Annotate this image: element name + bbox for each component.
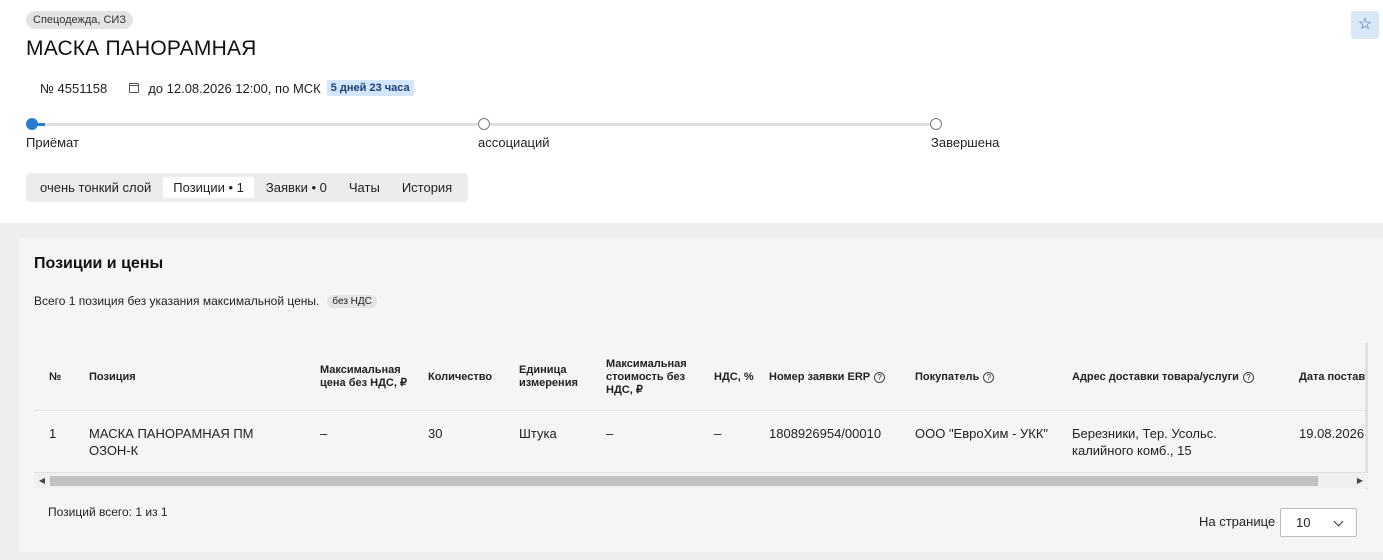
col-delivery-date[interactable]: Дата поставки	[1299, 343, 1368, 411]
scrollbar-thumb[interactable]	[50, 476, 1318, 486]
page-title: МАСКА ПАНОРАМНАЯ	[26, 37, 257, 60]
col-max-price[interactable]: Максимальная цена без НДС, ₽	[320, 343, 410, 411]
cell-position: МАСКА ПАНОРАМНАЯ ПМ ОЗОН-К	[89, 426, 254, 458]
scroll-right-icon[interactable]: ▶	[1354, 475, 1366, 487]
erp-info-icon[interactable]: ?	[874, 371, 886, 383]
col-vat[interactable]: НДС, %	[714, 343, 754, 411]
cell-vat: –	[714, 426, 722, 441]
col-number[interactable]: №	[49, 343, 79, 411]
positions-title: Позиции и цены	[34, 255, 164, 272]
deadline: до 12.08.2026 12:00, по МСК	[148, 80, 321, 96]
address-info-icon[interactable]: ?	[1242, 371, 1254, 383]
col-erp[interactable]: Номер заявки ERP?	[769, 343, 909, 411]
step-label-accepting: Приёмат	[26, 135, 79, 150]
tab-history[interactable]: История	[392, 177, 462, 198]
positions-total: Позиций всего: 1 из 1	[48, 505, 168, 519]
cell-quantity: 30	[428, 426, 443, 441]
step-dot-associations	[478, 118, 490, 130]
cell-buyer: ООО "ЕвроХим - УКК"	[915, 426, 1049, 441]
tab-bar: очень тонкий слой Позиции • 1 Заявки • 0…	[26, 173, 469, 202]
horizontal-scrollbar[interactable]: ◀ ▶	[34, 472, 1368, 488]
request-number: № 4551158	[40, 80, 108, 96]
col-address[interactable]: Адрес доставки товара/услуги?	[1072, 343, 1282, 411]
status-stepper: Приёмат ассоциаций Завершена	[26, 118, 1006, 158]
step-label-associations: ассоциаций	[478, 135, 550, 150]
cell-address: Березники, Тер. Усольс. калийного комб.,…	[1072, 426, 1217, 458]
time-left-badge: 5 дней 23 часа	[326, 80, 414, 96]
col-unit[interactable]: Единица измерения	[519, 343, 594, 411]
vat-chip: без НДС	[327, 294, 377, 308]
col-position[interactable]: Позиция	[89, 343, 289, 411]
cell-erp: 1808926954/00010	[769, 426, 882, 441]
step-dot-completed	[930, 118, 942, 130]
positions-card: Позиции и цены Всего 1 позиция без указа…	[19, 238, 1383, 552]
chevron-down-icon	[1333, 516, 1344, 527]
calendar-icon	[129, 83, 140, 93]
tab-thin-layer[interactable]: очень тонкий слой	[30, 177, 161, 198]
step-label-completed: Завершена	[931, 135, 1000, 150]
per-page-label: На странице	[1199, 514, 1276, 529]
table-row[interactable]: 1 МАСКА ПАНОРАМНАЯ ПМ ОЗОН-К – 30 Штука …	[34, 412, 1368, 472]
positions-summary: Всего 1 позиция без указания максимально…	[34, 294, 377, 308]
col-quantity[interactable]: Количество	[428, 343, 508, 411]
cell-max-price: –	[320, 426, 328, 441]
tab-positions[interactable]: Позиции • 1	[163, 177, 254, 198]
cell-number: 1	[49, 426, 57, 441]
per-page-value: 10	[1296, 515, 1311, 530]
buyer-info-icon[interactable]: ?	[983, 371, 995, 383]
col-buyer[interactable]: Покупатель?	[915, 343, 1055, 411]
summary-text: Всего 1 позиция без указания максимально…	[34, 294, 320, 308]
positions-table: № Позиция Максимальная цена без НДС, ₽ К…	[34, 343, 1368, 489]
step-dot-accepting	[26, 118, 38, 130]
per-page-select[interactable]: 10	[1280, 508, 1357, 537]
sticky-column-divider	[1365, 343, 1368, 489]
category-tag: Спецодежда, СИЗ	[26, 11, 133, 29]
cell-max-cost: –	[606, 426, 614, 441]
request-meta: № 4551158 до 12.08.2026 12:00, по МСК 5 …	[40, 78, 414, 98]
scroll-left-icon[interactable]: ◀	[36, 475, 48, 487]
col-max-cost[interactable]: Максимальная стоимость без НДС, ₽	[606, 343, 696, 411]
favorite-star-icon[interactable]: ☆	[1351, 11, 1379, 39]
tab-chats[interactable]: Чаты	[339, 177, 390, 198]
cell-unit: Штука	[519, 426, 557, 441]
table-header: № Позиция Максимальная цена без НДС, ₽ К…	[34, 343, 1368, 411]
tab-bids[interactable]: Заявки • 0	[256, 177, 337, 198]
cell-delivery-date: 19.08.2026	[1299, 426, 1365, 441]
request-header: Спецодежда, СИЗ ☆ МАСКА ПАНОРАМНАЯ № 455…	[0, 0, 1383, 223]
